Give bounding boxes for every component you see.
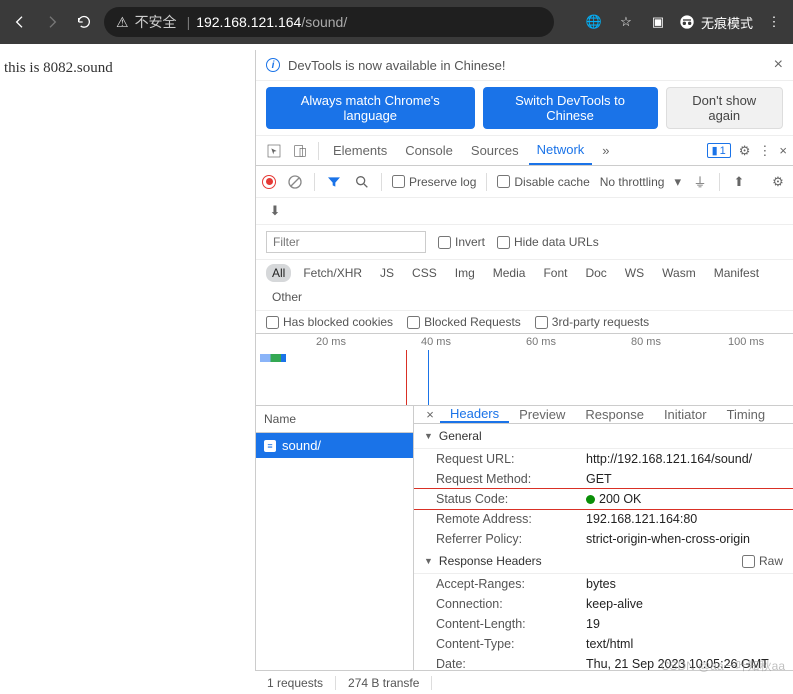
invert-checkbox[interactable]: Invert	[438, 235, 485, 249]
response-headers-section[interactable]: Response Headers Raw	[414, 549, 793, 574]
translate-icon[interactable]: 🌐	[583, 11, 605, 33]
request-item[interactable]: ≡ sound/	[256, 433, 413, 458]
blocked-cookies-checkbox[interactable]: Has blocked cookies	[266, 315, 393, 329]
doc-icon: ≡	[264, 440, 276, 452]
inspect-icon[interactable]	[262, 143, 286, 159]
address-bar[interactable]: ⚠ 不安全 | 192.168.121.164/sound/	[104, 7, 554, 37]
third-party-checkbox[interactable]: 3rd-party requests	[535, 315, 649, 329]
tab-preview[interactable]: Preview	[509, 406, 575, 423]
status-row: Status Code:200 OK	[414, 489, 793, 509]
gear-icon[interactable]: ⚙	[739, 143, 751, 159]
type-filter-row: All Fetch/XHR JS CSS Img Media Font Doc …	[256, 260, 793, 311]
reload-button[interactable]	[72, 10, 96, 34]
waterfall-bar	[260, 354, 286, 362]
incognito-badge: 无痕模式	[679, 13, 753, 32]
network-toolbar: Preserve log Disable cache No throttling…	[256, 166, 793, 198]
close-banner-icon[interactable]: ×	[774, 56, 783, 74]
type-js[interactable]: JS	[374, 264, 400, 282]
type-ws[interactable]: WS	[619, 264, 650, 282]
forward-button[interactable]	[40, 10, 64, 34]
warning-icon: ⚠	[116, 14, 129, 31]
raw-checkbox[interactable]: Raw	[742, 554, 783, 568]
filter-icon[interactable]	[325, 173, 343, 191]
tabs-overflow[interactable]: »	[594, 136, 617, 165]
panel-icon[interactable]: ▣	[647, 11, 669, 33]
throttling-select[interactable]: No throttling	[600, 175, 665, 189]
match-language-button[interactable]: Always match Chrome's language	[266, 87, 475, 129]
url-path: /sound/	[301, 14, 347, 30]
request-list: Name ≡ sound/	[256, 406, 414, 694]
tab-initiator[interactable]: Initiator	[654, 406, 717, 423]
search-icon[interactable]	[353, 173, 371, 191]
url-host: 192.168.121.164	[196, 14, 301, 30]
browser-toolbar: ⚠ 不安全 | 192.168.121.164/sound/ 🌐 ☆ ▣ 无痕模…	[0, 0, 793, 44]
tab-network[interactable]: Network	[529, 136, 593, 165]
switch-language-button[interactable]: Switch DevTools to Chinese	[483, 87, 658, 129]
record-button[interactable]	[262, 175, 276, 189]
devtools-panel: i DevTools is now available in Chinese! …	[255, 50, 793, 694]
type-doc[interactable]: Doc	[579, 264, 612, 282]
watermark: CSDN @aa一叶知秋aa	[661, 657, 785, 674]
name-column-header[interactable]: Name	[256, 406, 413, 433]
locale-banner: i DevTools is now available in Chinese! …	[256, 50, 793, 81]
kebab-icon[interactable]: ⋮	[758, 143, 771, 159]
close-devtools-icon[interactable]: ×	[779, 143, 787, 158]
info-icon: i	[266, 58, 280, 72]
wifi-icon[interactable]: ⏚	[691, 173, 709, 191]
transfer-size: 274 B transfe	[336, 676, 432, 690]
blocked-requests-checkbox[interactable]: Blocked Requests	[407, 315, 521, 329]
bookmark-icon[interactable]: ☆	[615, 11, 637, 33]
tab-elements[interactable]: Elements	[325, 136, 395, 165]
request-detail: × Headers Preview Response Initiator Tim…	[414, 406, 793, 694]
preserve-log-checkbox[interactable]: Preserve log	[392, 175, 476, 189]
page-body-text: this is 8082.sound	[0, 50, 255, 87]
devtools-tabs: Elements Console Sources Network » ▮ 1 ⚙…	[256, 136, 793, 166]
tab-sources[interactable]: Sources	[463, 136, 527, 165]
chevron-down-icon[interactable]: ▾	[674, 174, 681, 190]
type-css[interactable]: CSS	[406, 264, 443, 282]
type-other[interactable]: Other	[266, 288, 308, 306]
dont-show-button[interactable]: Don't show again	[666, 87, 784, 129]
close-detail-icon[interactable]: ×	[420, 407, 440, 422]
menu-icon[interactable]: ⋮	[763, 11, 785, 33]
clear-icon[interactable]	[286, 173, 304, 191]
type-fetch[interactable]: Fetch/XHR	[297, 264, 368, 282]
type-all[interactable]: All	[266, 264, 291, 282]
waterfall[interactable]: 20 ms 40 ms 60 ms 80 ms 100 ms	[256, 334, 793, 406]
hide-data-urls-checkbox[interactable]: Hide data URLs	[497, 235, 599, 249]
type-font[interactable]: Font	[537, 264, 573, 282]
type-media[interactable]: Media	[487, 264, 532, 282]
type-manifest[interactable]: Manifest	[708, 264, 765, 282]
upload-icon[interactable]: ⬆	[730, 173, 748, 191]
filter-input[interactable]	[266, 231, 426, 253]
tab-console[interactable]: Console	[397, 136, 461, 165]
download-icon[interactable]: ⬇	[266, 202, 284, 220]
back-button[interactable]	[8, 10, 32, 34]
gear-icon[interactable]: ⚙	[769, 173, 787, 191]
tab-timing[interactable]: Timing	[717, 406, 776, 423]
device-icon[interactable]	[288, 143, 312, 159]
requests-count: 1 requests	[255, 676, 336, 690]
disable-cache-checkbox[interactable]: Disable cache	[497, 175, 589, 189]
security-label: 不安全	[135, 12, 177, 32]
general-section[interactable]: General	[414, 424, 793, 449]
status-dot-icon	[586, 495, 595, 504]
issues-badge[interactable]: ▮ 1	[707, 143, 731, 158]
incognito-icon	[679, 14, 695, 30]
tab-response[interactable]: Response	[575, 406, 654, 423]
type-img[interactable]: Img	[449, 264, 481, 282]
tab-headers[interactable]: Headers	[440, 406, 509, 423]
type-wasm[interactable]: Wasm	[656, 264, 702, 282]
